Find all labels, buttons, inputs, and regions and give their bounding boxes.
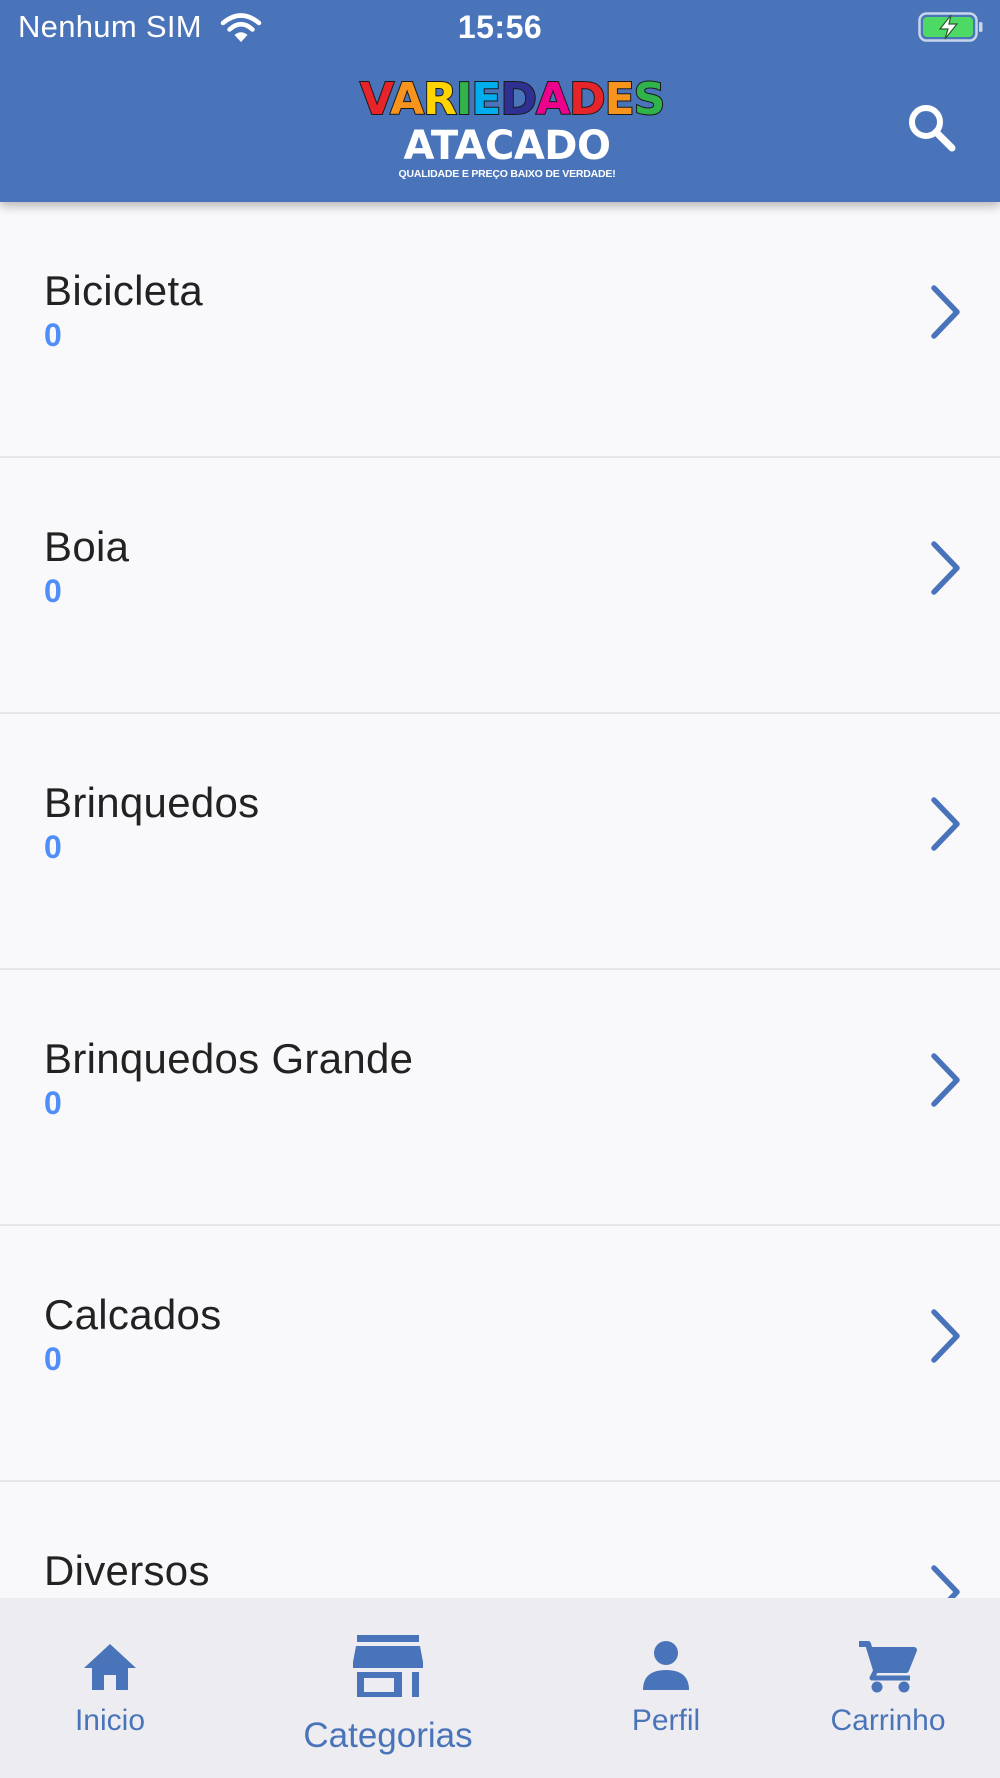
- tab-label: Carrinho: [830, 1704, 946, 1737]
- category-count: 0: [44, 317, 62, 353]
- home-icon: [84, 1644, 136, 1690]
- status-bar: Nenhum SIM 15:56: [0, 0, 1000, 56]
- category-count: 0: [44, 829, 62, 865]
- app-header: Nenhum SIM 15:56 VARIEDADES ATACADO QUAL…: [0, 0, 1000, 202]
- battery-charging-icon: [918, 12, 983, 42]
- bottom-tab-bar: Inicio Categorias Perfil Carrinho: [0, 1598, 1000, 1778]
- brand-logo: VARIEDADES ATACADO QUALIDADE E PREÇO BAI…: [359, 73, 666, 184]
- category-row-bicicleta[interactable]: Bicicleta 0: [0, 202, 1000, 458]
- category-name: Bicicleta: [44, 267, 204, 314]
- category-count: 0: [44, 1341, 62, 1377]
- person-icon: [643, 1641, 689, 1690]
- category-row-calcados[interactable]: Calcados 0: [0, 1226, 1000, 1482]
- chevron-right-icon: [931, 541, 960, 595]
- category-row-diversos[interactable]: Diversos: [0, 1482, 1000, 1598]
- chevron-right-icon: [931, 1565, 960, 1598]
- chevron-right-icon: [931, 797, 960, 851]
- logo-letter: V: [359, 73, 392, 126]
- chevron-right-icon: [931, 1309, 960, 1363]
- tab-carrinho[interactable]: Carrinho: [788, 1598, 988, 1778]
- search-icon[interactable]: [904, 100, 960, 156]
- logo-tagline: QUALIDADE E PREÇO BAIXO DE VERDADE!: [398, 168, 616, 180]
- chevron-right-icon: [931, 1053, 960, 1107]
- category-row-brinquedos[interactable]: Brinquedos 0: [0, 714, 1000, 970]
- category-count: 0: [44, 1085, 62, 1121]
- logo-letter: E: [470, 73, 502, 126]
- logo-letter: R: [422, 73, 458, 126]
- logo-letter: D: [499, 73, 537, 126]
- chevron-right-icon: [931, 285, 960, 339]
- category-name: Calcados: [44, 1291, 222, 1338]
- logo-letter: E: [604, 73, 636, 126]
- tab-label: Categorias: [303, 1716, 473, 1755]
- store-icon: [353, 1635, 423, 1697]
- status-time: 15:56: [457, 9, 543, 45]
- tab-perfil[interactable]: Perfil: [566, 1598, 766, 1778]
- logo-letter: A: [389, 73, 425, 126]
- logo-letter: D: [568, 73, 606, 126]
- category-row-brinquedos-grande[interactable]: Brinquedos Grande 0: [0, 970, 1000, 1226]
- category-count: 0: [44, 573, 62, 609]
- category-name: Diversos: [44, 1547, 210, 1594]
- cart-icon: [859, 1641, 917, 1693]
- category-name: Boia: [44, 523, 130, 570]
- category-row-boia[interactable]: Boia 0: [0, 458, 1000, 714]
- logo-letter: S: [633, 73, 667, 126]
- tab-label: Inicio: [74, 1704, 146, 1737]
- tab-categorias[interactable]: Categorias: [238, 1598, 538, 1778]
- category-list: Bicicleta 0 Boia 0 Brinquedos 0 Brinqued…: [0, 202, 1000, 1598]
- tab-label: Perfil: [631, 1704, 701, 1737]
- tab-inicio[interactable]: Inicio: [10, 1598, 210, 1778]
- logo-wordmark-variedades: VARIEDADES: [359, 73, 666, 126]
- category-name: Brinquedos Grande: [44, 1035, 414, 1082]
- category-name: Brinquedos: [44, 779, 260, 826]
- logo-letter: I: [455, 73, 473, 126]
- logo-wordmark-atacado: ATACADO: [403, 123, 611, 169]
- logo-letter: A: [535, 73, 571, 126]
